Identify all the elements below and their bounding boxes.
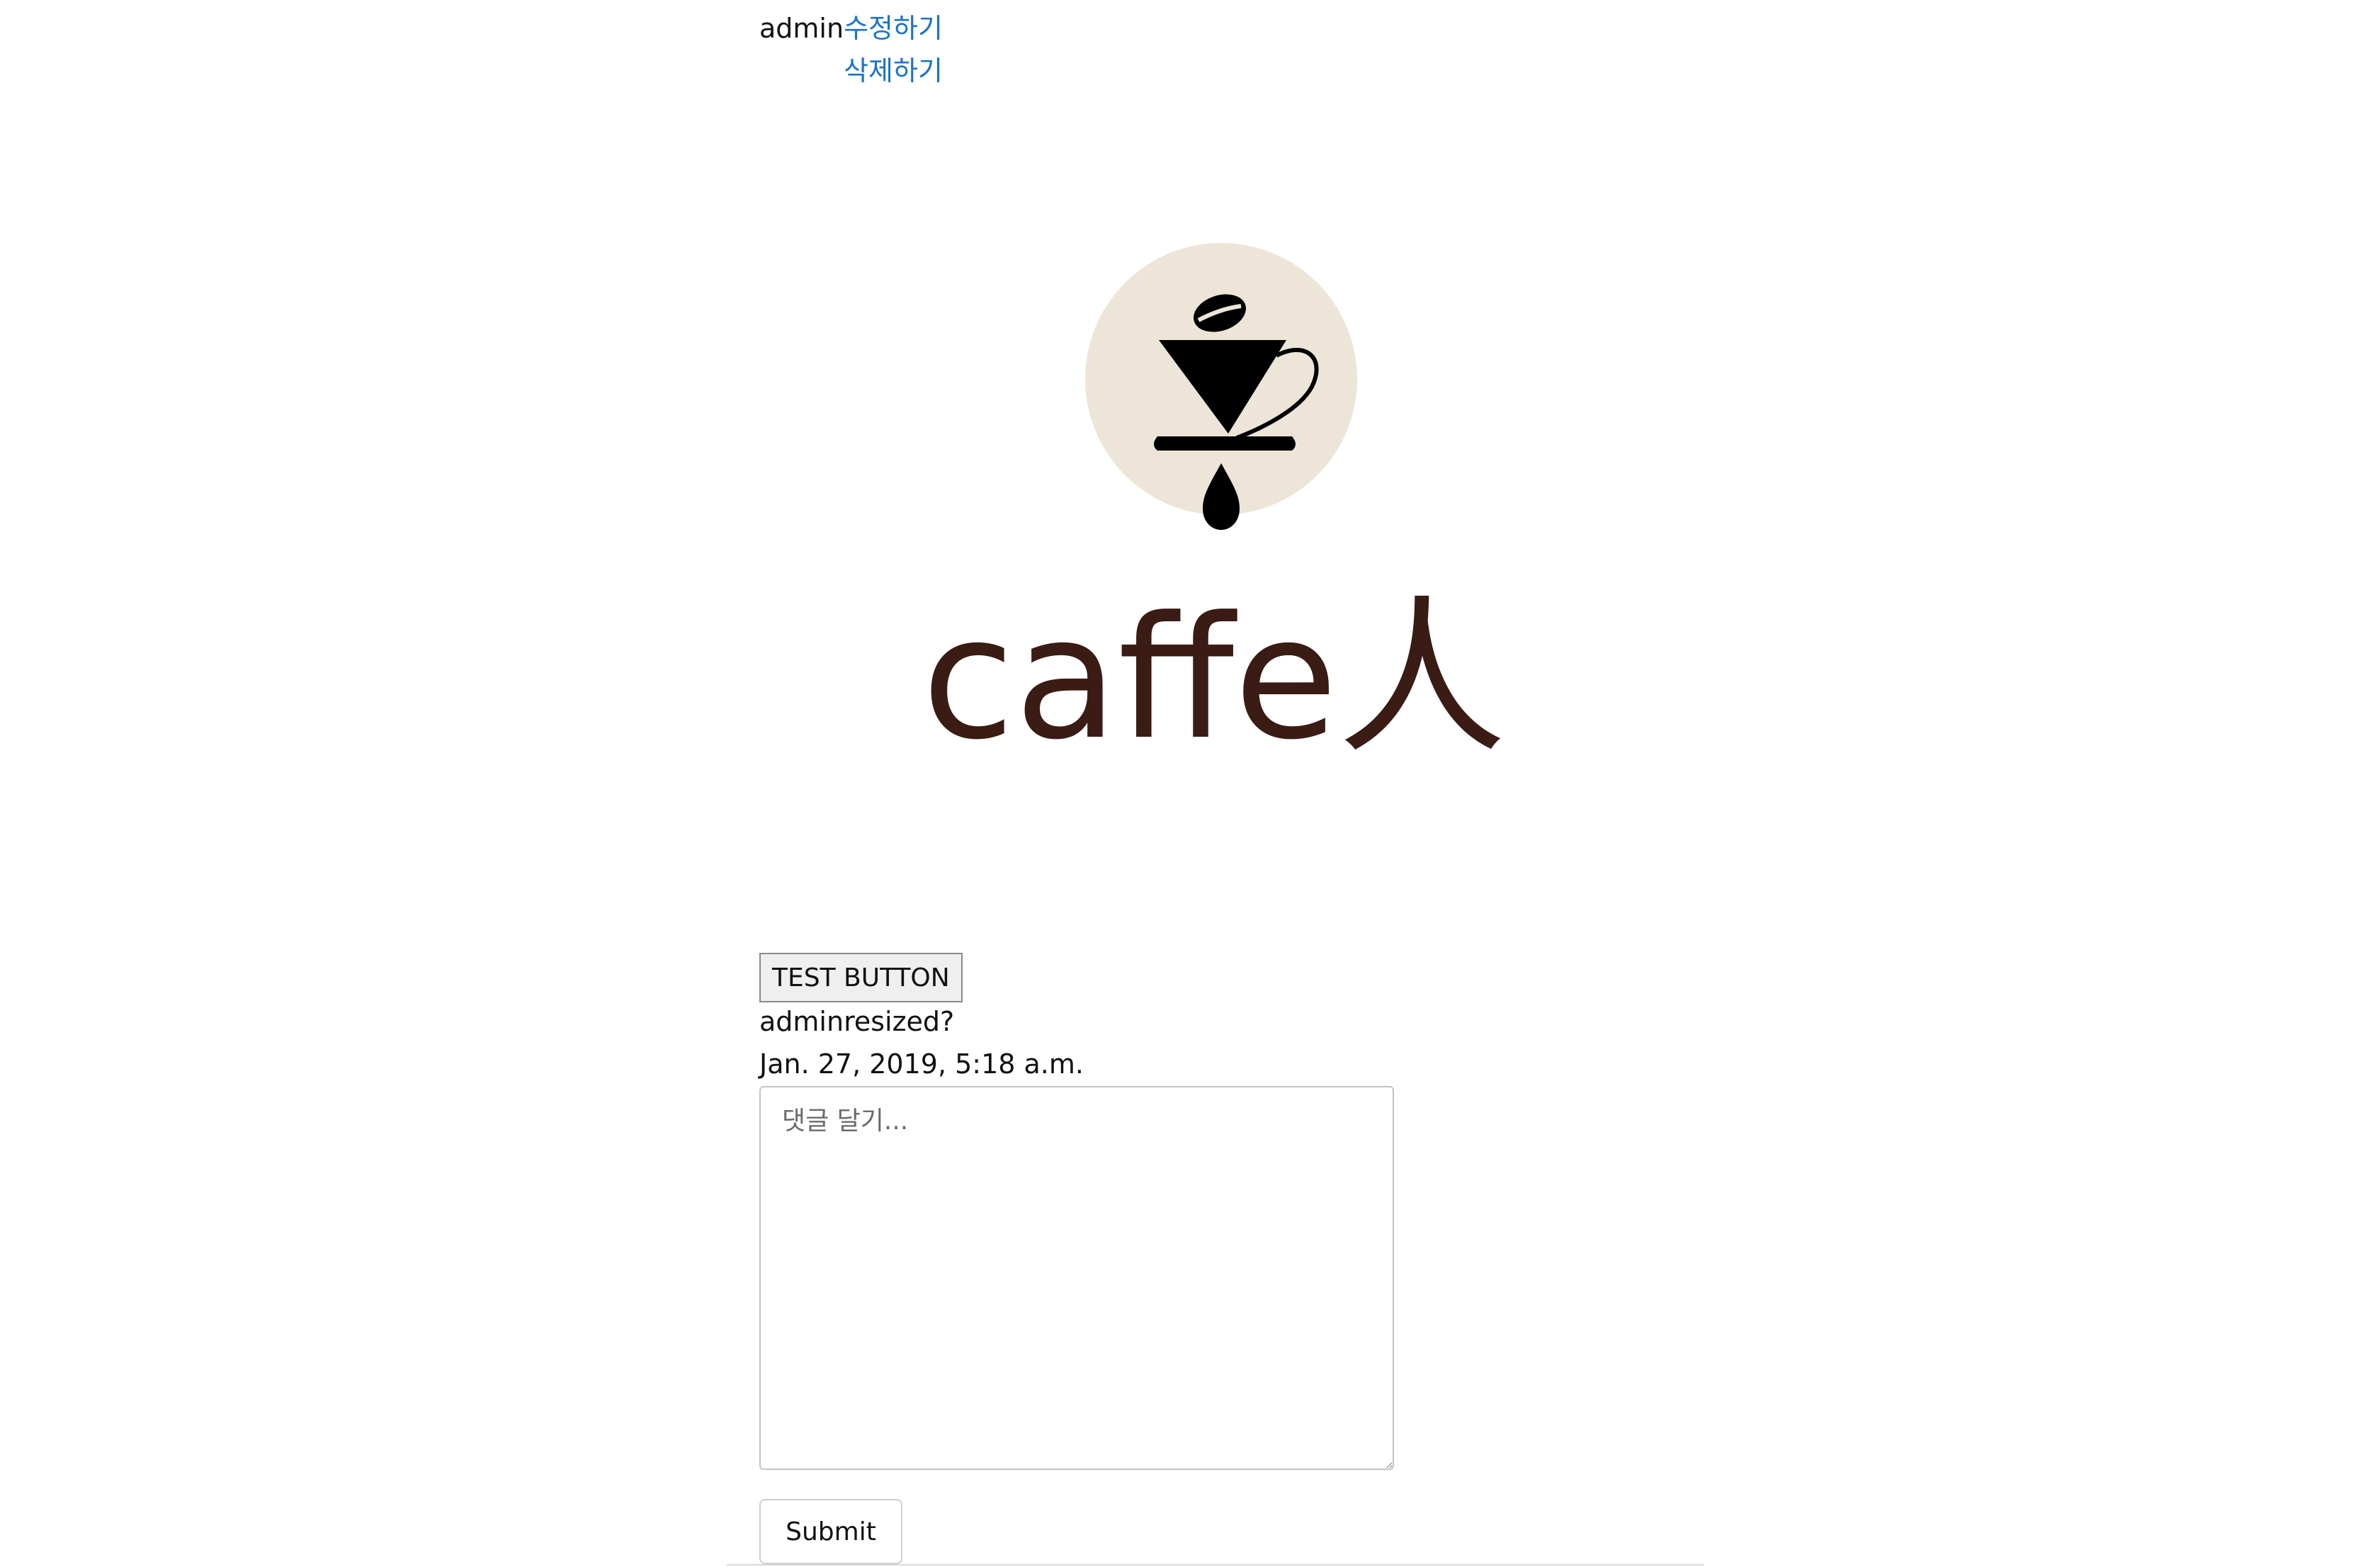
comment-textarea[interactable] (759, 1086, 1394, 1470)
post-container: admin 수정하기 삭제하기 caffe人 TEST BUTTON admin… (727, 0, 1704, 1567)
brand-wordmark: caffe人 (924, 581, 1507, 777)
post-author: admin (759, 13, 844, 44)
post-header: admin 수정하기 삭제하기 (759, 7, 943, 92)
post-caption: adminresized? (759, 1006, 955, 1037)
post-actions: 수정하기 삭제하기 (844, 7, 943, 92)
test-button[interactable]: TEST BUTTON (759, 953, 963, 1002)
dripper-emblem (1085, 243, 1357, 530)
divider (727, 1564, 1704, 1566)
delete-link[interactable]: 삭제하기 (844, 50, 943, 92)
post-timestamp: Jan. 27, 2019, 5:18 a.m. (759, 1048, 1084, 1080)
submit-button[interactable]: Submit (759, 1499, 902, 1564)
post-image-caffein-logo: caffe人 (924, 243, 1507, 777)
edit-link[interactable]: 수정하기 (844, 7, 943, 50)
